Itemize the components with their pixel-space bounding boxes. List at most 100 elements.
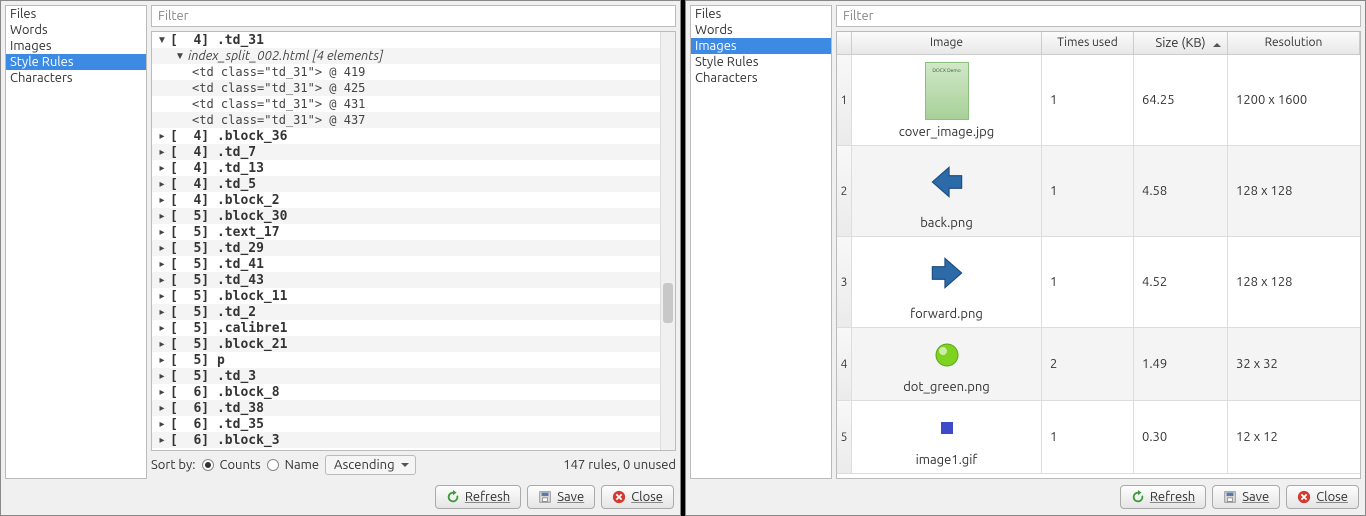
tree-row[interactable]: ▸[ 4] .td_5 [152, 176, 675, 192]
refresh-icon [1131, 490, 1145, 504]
sort-indicator-icon [1213, 39, 1221, 47]
image-name: cover_image.jpg [899, 125, 995, 139]
col-size[interactable]: Size (KB) [1134, 32, 1228, 54]
tree-row[interactable]: ▼index_split_002.html [4 elements] [152, 48, 675, 64]
tree-row[interactable]: ▸[ 5] .block_21 [152, 336, 675, 352]
tree-row[interactable]: ▸[ 5] .calibre1 [152, 320, 675, 336]
close-button[interactable]: Close [1286, 485, 1359, 509]
table-row[interactable]: 2back.png14.58128 x 128 [837, 146, 1360, 237]
tree-row[interactable]: ▼[ 4] .td_31 [152, 32, 675, 48]
scrollbar[interactable] [660, 32, 675, 450]
filter-input[interactable]: Filter [836, 5, 1361, 27]
sidebar-item-characters[interactable]: Characters [6, 70, 146, 86]
table-header: Image Times used Size (KB) Resolution [837, 32, 1360, 55]
sort-order-combo[interactable]: Ascending [325, 455, 416, 475]
tree-row[interactable]: ▸[ 5] p [152, 352, 675, 368]
radio-counts[interactable] [202, 459, 214, 471]
sidebar-item-files[interactable]: Files [691, 6, 831, 22]
tree-row[interactable]: ▸[ 4] .td_13 [152, 160, 675, 176]
thumbnail: DOCX Demo [923, 61, 971, 121]
times-used: 1 [1042, 237, 1134, 327]
rules-tree[interactable]: ▼[ 4] .td_31▼index_split_002.html [4 ele… [151, 31, 676, 451]
radio-name-label: Name [285, 458, 319, 472]
close-icon [1297, 490, 1311, 504]
save-button[interactable]: Save [1212, 485, 1280, 509]
sidebar-item-words[interactable]: Words [691, 22, 831, 38]
tree-row[interactable]: ▸[ 4] .td_7 [152, 144, 675, 160]
col-resolution[interactable]: Resolution [1228, 32, 1360, 54]
col-image[interactable]: Image [852, 32, 1042, 54]
tree-row[interactable]: <td class="td_31"> @ 431 [152, 96, 675, 112]
sidebar-item-style-rules[interactable]: Style Rules [691, 54, 831, 70]
tree-row[interactable]: <td class="td_31"> @ 437 [152, 112, 675, 128]
tree-row[interactable]: ▸[ 5] .td_3 [152, 368, 675, 384]
resolution: 32 x 32 [1228, 328, 1360, 400]
size-kb: 1.49 [1134, 328, 1228, 400]
close-icon [612, 490, 626, 504]
sort-label: Sort by: [151, 458, 196, 472]
tree-row[interactable]: ▸[ 5] .td_43 [152, 272, 675, 288]
save-icon [538, 490, 552, 504]
tree-row[interactable]: ▸[ 5] .text_17 [152, 224, 675, 240]
sidebar-item-words[interactable]: Words [6, 22, 146, 38]
sidebar-item-files[interactable]: Files [6, 6, 146, 22]
row-number: 3 [837, 237, 852, 327]
sidebar-item-characters[interactable]: Characters [691, 70, 831, 86]
times-used: 2 [1042, 328, 1134, 400]
save-button[interactable]: Save [527, 485, 595, 509]
tree-row[interactable]: ▸[ 4] .block_2 [152, 192, 675, 208]
size-kb: 4.58 [1134, 146, 1228, 236]
row-number: 1 [837, 55, 852, 145]
left-panel: FilesWordsImagesStyle RulesCharacters Fi… [0, 0, 681, 516]
table-row[interactable]: 5image1.gif10.3012 x 12 [837, 401, 1360, 474]
times-used: 1 [1042, 55, 1134, 145]
row-number: 4 [837, 328, 852, 400]
col-times[interactable]: Times used [1042, 32, 1134, 54]
table-row[interactable]: 1DOCX Democover_image.jpg164.251200 x 16… [837, 55, 1360, 146]
tree-row[interactable]: <td class="td_31"> @ 425 [152, 80, 675, 96]
close-button[interactable]: Close [601, 485, 674, 509]
size-kb: 64.25 [1134, 55, 1228, 145]
resolution: 128 x 128 [1228, 146, 1360, 236]
thumbnail [923, 407, 971, 449]
tree-row[interactable]: ▸[ 5] .block_11 [152, 288, 675, 304]
tree-row[interactable]: ▸[ 6] .td_35 [152, 416, 675, 432]
refresh-button[interactable]: Refresh [1120, 485, 1206, 509]
resolution: 128 x 128 [1228, 237, 1360, 327]
times-used: 1 [1042, 146, 1134, 236]
table-row[interactable]: 3forward.png14.52128 x 128 [837, 237, 1360, 328]
tree-row[interactable]: ▸[ 5] .td_29 [152, 240, 675, 256]
category-sidebar: FilesWordsImagesStyle RulesCharacters [5, 5, 147, 479]
tree-row[interactable]: ▸[ 6] .td_38 [152, 400, 675, 416]
sidebar-item-images[interactable]: Images [6, 38, 146, 54]
tree-row[interactable]: ▸[ 5] .td_41 [152, 256, 675, 272]
thumbnail [923, 152, 971, 212]
category-sidebar: FilesWordsImagesStyle RulesCharacters [690, 5, 832, 479]
row-number: 2 [837, 146, 852, 236]
refresh-icon [446, 490, 460, 504]
image-name: image1.gif [916, 453, 978, 467]
resolution: 1200 x 1600 [1228, 55, 1360, 145]
images-table[interactable]: Image Times used Size (KB) Resolution 1 D… [836, 31, 1361, 479]
thumbnail [923, 243, 971, 303]
row-number: 5 [837, 401, 852, 473]
tree-row[interactable]: ▸[ 5] .td_2 [152, 304, 675, 320]
tree-row[interactable]: <td class="td_31"> @ 419 [152, 64, 675, 80]
tree-row[interactable]: ▸[ 4] .block_36 [152, 128, 675, 144]
save-icon [1223, 490, 1237, 504]
thumbnail [923, 334, 971, 376]
sidebar-item-images[interactable]: Images [691, 38, 831, 54]
filter-input[interactable]: Filter [151, 5, 676, 27]
tree-row[interactable]: ▸[ 5] .block_30 [152, 208, 675, 224]
image-name: dot_green.png [903, 380, 990, 394]
refresh-button[interactable]: Refresh [435, 485, 521, 509]
tree-row[interactable]: ▸[ 6] .block_3 [152, 432, 675, 448]
radio-counts-label: Counts [220, 458, 261, 472]
right-panel: FilesWordsImagesStyle RulesCharacters Fi… [685, 0, 1366, 516]
table-row[interactable]: 4 dot_green.png 21.4932 x 32 [837, 328, 1360, 401]
status-text: 147 rules, 0 unused [563, 458, 676, 472]
tree-row[interactable]: ▸[ 6] .block_8 [152, 384, 675, 400]
sort-bar: Sort by: Counts Name Ascending 147 rules… [151, 451, 676, 479]
radio-name[interactable] [267, 459, 279, 471]
sidebar-item-style-rules[interactable]: Style Rules [6, 54, 146, 70]
